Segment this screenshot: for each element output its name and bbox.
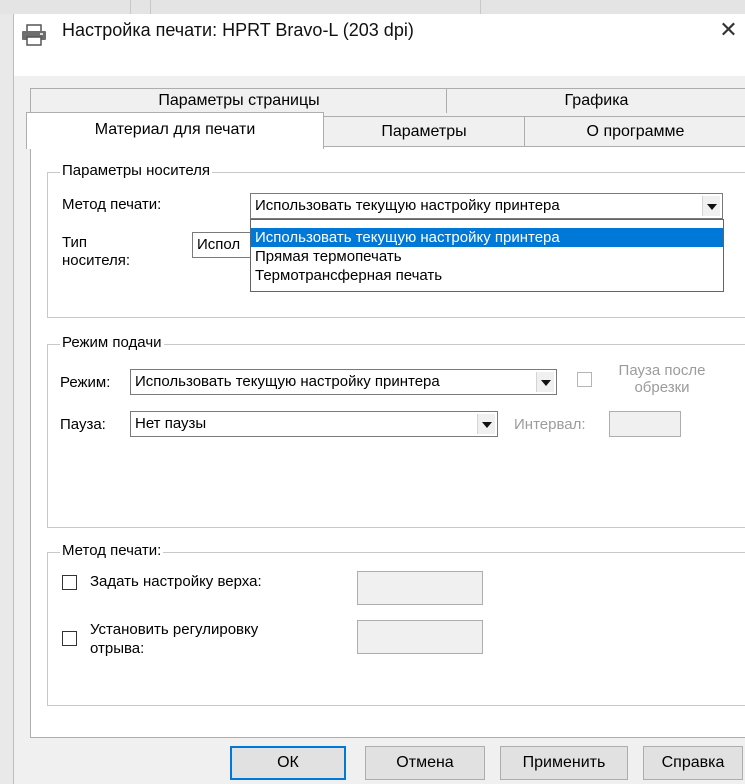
tab-graphics[interactable]: Графика [446, 88, 745, 113]
mode-select[interactable]: Использовать текущую настройку принтера [130, 369, 557, 395]
print-method-dropdown-list: Использовать текущую настройку принтера … [250, 219, 724, 292]
tab-label: О программе [586, 123, 685, 140]
background-window-strip [0, 0, 745, 15]
chevron-down-icon[interactable] [536, 372, 554, 392]
tab-label: Материал для печати [94, 121, 256, 138]
select-value: Использовать текущую настройку принтера [135, 373, 440, 390]
tear-adjust-checkbox[interactable] [62, 631, 77, 646]
printer-icon [20, 24, 48, 46]
set-top-label: Задать настройку верха: [90, 573, 262, 590]
tab-label: Графика [564, 92, 629, 109]
window-title: Настройка печати: HPRT Bravo-L (203 dpi) [62, 20, 414, 40]
tab-about[interactable]: О программе [524, 116, 745, 147]
tab-label: Параметры страницы [158, 92, 320, 109]
select-value: Нет паузы [135, 415, 207, 432]
background-divider [130, 0, 131, 14]
interval-label: Интервал: [514, 416, 586, 433]
set-top-input[interactable] [357, 571, 483, 605]
dialog-left-edge [0, 14, 14, 784]
print-method-select[interactable]: Использовать текущую настройку принтера [250, 193, 723, 219]
mode-label: Режим: [60, 374, 111, 391]
apply-button[interactable]: Применить [500, 746, 628, 780]
media-type-label: Тип носителя: [62, 234, 131, 269]
tear-adjust-label: Установить регулировку отрыва: [90, 621, 259, 657]
close-button[interactable]: ✕ [712, 16, 745, 46]
group-title: Параметры носителя [60, 162, 213, 179]
set-top-checkbox[interactable] [62, 575, 77, 590]
chevron-down-icon[interactable] [477, 414, 495, 434]
dropdown-option[interactable]: Прямая термопечать [251, 247, 723, 266]
pause-after-cut-checkbox[interactable] [577, 372, 592, 387]
pause-after-cut-label: Пауза после обрезки [618, 362, 706, 396]
select-value: Использовать текущую настройку принтера [255, 197, 560, 214]
tab-print-media[interactable]: Материал для печати [26, 112, 324, 149]
print-method-label: Метод печати: [62, 196, 162, 213]
dropdown-spacer [251, 220, 723, 228]
pause-label: Пауза: [60, 416, 106, 433]
select-value: Испол [197, 236, 241, 253]
interval-input[interactable] [609, 411, 681, 437]
group-title: Режим подачи [60, 334, 164, 351]
cancel-button[interactable]: Отмена [365, 746, 485, 780]
pause-select[interactable]: Нет паузы [130, 411, 498, 437]
dropdown-option[interactable]: Использовать текущую настройку принтера [251, 228, 723, 247]
tear-adjust-input[interactable] [357, 620, 483, 654]
background-divider [480, 0, 481, 14]
group-title: Метод печати: [60, 542, 164, 559]
tab-parameters[interactable]: Параметры [322, 116, 526, 147]
help-button[interactable]: Справка [643, 746, 743, 780]
close-icon: ✕ [719, 17, 738, 42]
chevron-down-icon[interactable] [702, 196, 720, 216]
background-divider [150, 0, 151, 14]
tab-page-parameters[interactable]: Параметры страницы [30, 88, 448, 113]
dropdown-option[interactable]: Термотрансферная печать [251, 266, 723, 285]
ok-button[interactable]: ОК [230, 746, 346, 780]
tab-label: Параметры [381, 123, 467, 140]
